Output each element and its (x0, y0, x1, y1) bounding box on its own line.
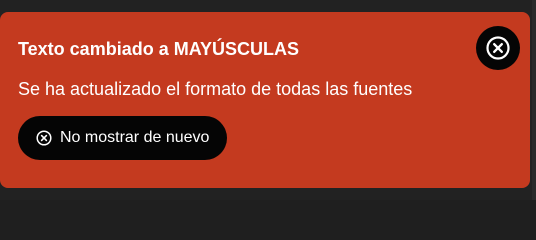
backdrop-edge (532, 0, 536, 200)
close-icon (486, 36, 510, 60)
dont-show-again-label: No mostrar de nuevo (60, 129, 210, 146)
notification-toast: Texto cambiado a MAYÚSCULAS Se ha actual… (0, 12, 530, 188)
dont-show-again-button[interactable]: No mostrar de nuevo (18, 116, 228, 160)
close-button[interactable] (476, 26, 520, 70)
circle-x-icon (36, 130, 52, 146)
toast-title: Texto cambiado a MAYÚSCULAS (18, 39, 300, 59)
toast-message: Se ha actualizado el formato de todas la… (18, 79, 413, 99)
